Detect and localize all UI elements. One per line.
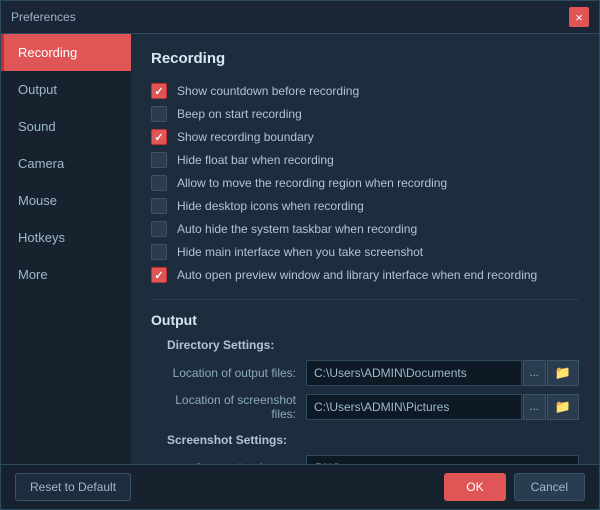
sidebar-item-recording[interactable]: Recording [1, 34, 131, 71]
output-files-folder-button[interactable]: 📁 [547, 360, 579, 386]
screenshot-files-label: Location of screenshot files: [151, 393, 306, 421]
section-divider [151, 299, 579, 300]
reset-button[interactable]: Reset to Default [15, 473, 131, 501]
sidebar-item-camera[interactable]: Camera [1, 145, 131, 182]
dialog-content: RecordingOutputSoundCameraMouseHotkeysMo… [1, 34, 599, 464]
format-row: Screenshot format: PNG JPG BMP GIF [151, 455, 579, 464]
output-files-input-container: ... 📁 [306, 360, 579, 386]
screenshot-files-input[interactable] [306, 394, 522, 420]
screenshot-settings-label: Screenshot Settings: [151, 433, 579, 447]
checkbox-boundary-box[interactable] [151, 129, 167, 145]
folder-icon: 📁 [555, 365, 571, 380]
checkbox-moveregion: Allow to move the recording region when … [151, 175, 579, 191]
checkbox-beep-label: Beep on start recording [177, 107, 302, 121]
screenshot-files-folder-button[interactable]: 📁 [547, 394, 579, 420]
checkbox-taskbar: Auto hide the system taskbar when record… [151, 221, 579, 237]
checkbox-countdown-box[interactable] [151, 83, 167, 99]
preferences-dialog: Preferences × RecordingOutputSoundCamera… [0, 0, 600, 510]
checkbox-maininterface-label: Hide main interface when you take screen… [177, 245, 423, 259]
format-select[interactable]: PNG JPG BMP GIF [306, 455, 579, 464]
dir-settings-label: Directory Settings: [151, 338, 579, 352]
checkbox-desktopicons-box[interactable] [151, 198, 167, 214]
output-section: Output Directory Settings: Location of o… [151, 312, 579, 464]
output-files-dots-button[interactable]: ... [523, 360, 546, 386]
ok-button[interactable]: OK [444, 473, 505, 501]
screenshot-files-dots-button[interactable]: ... [523, 394, 546, 420]
output-files-row: Location of output files: ... 📁 [151, 360, 579, 386]
sidebar-item-output[interactable]: Output [1, 71, 131, 108]
sidebar-item-mouse[interactable]: Mouse [1, 182, 131, 219]
checkbox-preview-box[interactable] [151, 267, 167, 283]
checkbox-taskbar-label: Auto hide the system taskbar when record… [177, 222, 417, 236]
dialog-title: Preferences [11, 10, 76, 24]
checkbox-moveregion-box[interactable] [151, 175, 167, 191]
output-files-input[interactable] [306, 360, 522, 386]
screenshot-files-row: Location of screenshot files: ... 📁 [151, 393, 579, 421]
checkbox-beep-box[interactable] [151, 106, 167, 122]
cancel-button[interactable]: Cancel [514, 473, 585, 501]
checkbox-floatbar-box[interactable] [151, 152, 167, 168]
screenshot-files-input-container: ... 📁 [306, 394, 579, 420]
format-select-wrapper: PNG JPG BMP GIF [306, 455, 579, 464]
checkbox-beep: Beep on start recording [151, 106, 579, 122]
output-section-title: Output [151, 312, 579, 328]
checkbox-boundary: Show recording boundary [151, 129, 579, 145]
checkbox-preview-label: Auto open preview window and library int… [177, 268, 537, 282]
recording-section-title: Recording [151, 50, 579, 71]
screenshot-settings-section: Screenshot Settings: Screenshot format: … [151, 433, 579, 464]
checkbox-preview: Auto open preview window and library int… [151, 267, 579, 283]
checkbox-taskbar-box[interactable] [151, 221, 167, 237]
sidebar-item-more[interactable]: More [1, 256, 131, 293]
checkbox-desktopicons-label: Hide desktop icons when recording [177, 199, 364, 213]
checkbox-maininterface-box[interactable] [151, 244, 167, 260]
checkbox-moveregion-label: Allow to move the recording region when … [177, 176, 447, 190]
checkbox-countdown: Show countdown before recording [151, 83, 579, 99]
checkbox-desktopicons: Hide desktop icons when recording [151, 198, 579, 214]
recording-section: Recording Show countdown before recordin… [151, 50, 579, 283]
footer-actions: OK Cancel [444, 473, 585, 501]
checkbox-maininterface: Hide main interface when you take screen… [151, 244, 579, 260]
folder-icon: 📁 [555, 399, 571, 414]
close-button[interactable]: × [569, 7, 589, 27]
sidebar-item-hotkeys[interactable]: Hotkeys [1, 219, 131, 256]
checkbox-floatbar-label: Hide float bar when recording [177, 153, 334, 167]
output-files-label: Location of output files: [151, 366, 306, 380]
checkbox-floatbar: Hide float bar when recording [151, 152, 579, 168]
sidebar-item-sound[interactable]: Sound [1, 108, 131, 145]
checkbox-boundary-label: Show recording boundary [177, 130, 314, 144]
sidebar: RecordingOutputSoundCameraMouseHotkeysMo… [1, 34, 131, 464]
title-bar: Preferences × [1, 1, 599, 34]
checkbox-countdown-label: Show countdown before recording [177, 84, 359, 98]
dialog-footer: Reset to Default OK Cancel [1, 464, 599, 509]
main-panel: Recording Show countdown before recordin… [131, 34, 599, 464]
